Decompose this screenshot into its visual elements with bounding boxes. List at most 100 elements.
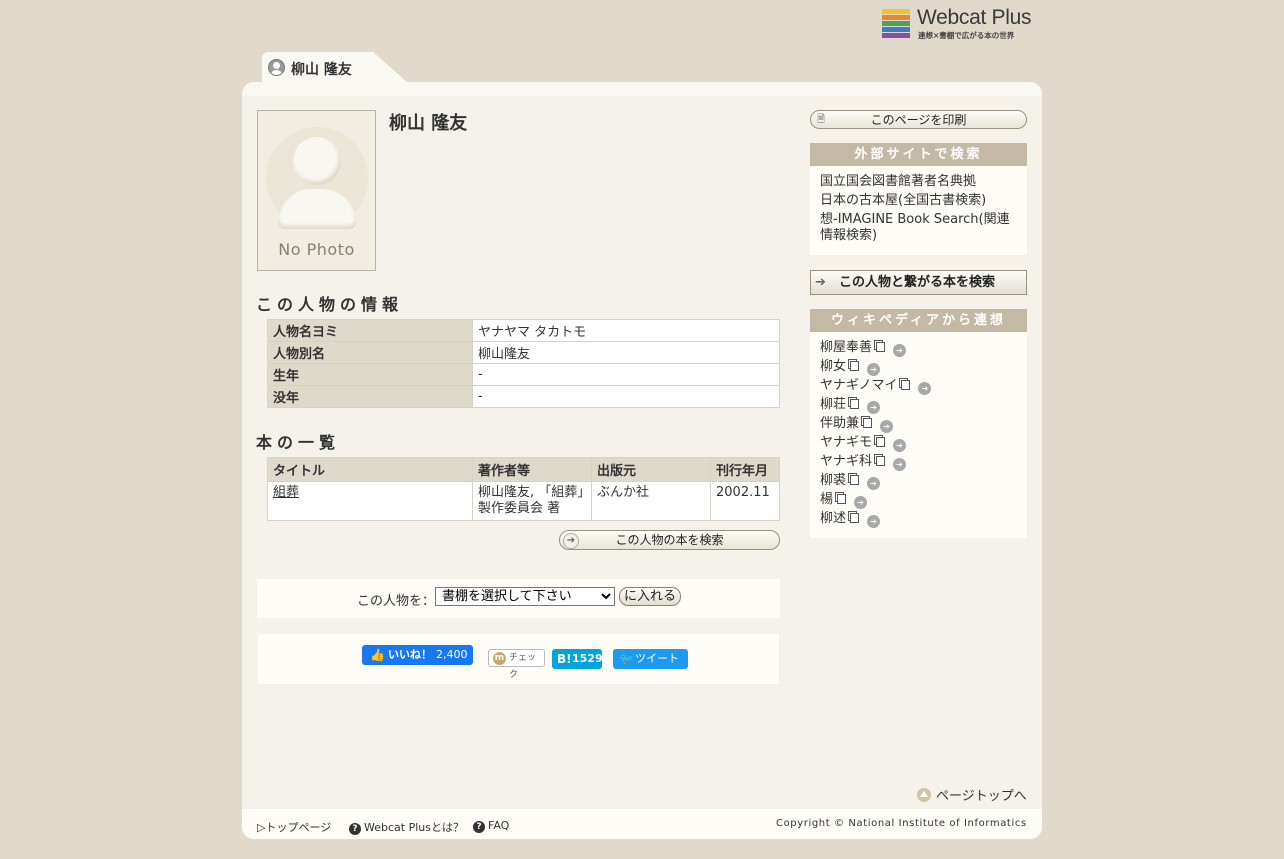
wiki-link[interactable]: ヤナギモ bbox=[820, 435, 872, 450]
hatena-bookmark-button[interactable]: B! 1529 bbox=[552, 649, 603, 669]
search-circle-icon[interactable]: ➔ bbox=[880, 420, 894, 433]
list-item: 柳屋奉善 ➔ bbox=[820, 338, 1017, 357]
wikipedia-list: 柳屋奉善 ➔ 柳女 ➔ ヤナギノマイ ➔ 柳荘 ➔ 伴助兼 ➔ ヤナギモ ➔ ヤナギ科 ➔ 柳… bbox=[810, 332, 1027, 538]
tweet-label: ツイート bbox=[635, 652, 679, 665]
wiki-link[interactable]: ヤナギ科 bbox=[820, 454, 872, 469]
footer-about-link[interactable]: ? Webcat Plusとは？ bbox=[349, 819, 464, 835]
book-date: 2002.11 bbox=[710, 481, 780, 521]
copy-icon[interactable] bbox=[876, 342, 886, 352]
footer-faq-link[interactable]: ? FAQ bbox=[473, 819, 509, 833]
copy-icon[interactable] bbox=[850, 513, 860, 523]
wiki-link[interactable]: 柳女 bbox=[820, 359, 846, 374]
imagine-link[interactable]: 想-IMAGINE Book Search(関連情報検索) bbox=[820, 212, 1017, 244]
copy-icon[interactable] bbox=[863, 418, 873, 428]
footer-top-page-label: トップページ bbox=[265, 821, 332, 834]
copy-icon[interactable] bbox=[850, 399, 860, 409]
social-share-bar: 👍 いいね！ 2,400 m チェック B! 1529 🐦 ツイート bbox=[258, 634, 779, 684]
arrow-right-icon: ➔ bbox=[815, 275, 826, 290]
search-circle-icon[interactable]: ➔ bbox=[867, 477, 881, 490]
search-person-books-label: この人物の本を検索 bbox=[615, 533, 724, 547]
help-icon: ? bbox=[349, 823, 361, 835]
webcat-plus-logo[interactable]: Webcat Plus 連想×書棚で広がる本の世界 bbox=[882, 6, 1042, 42]
furuhon-link[interactable]: 日本の古本屋(全国古書検索) bbox=[820, 191, 1017, 210]
search-circle-icon[interactable]: ➔ bbox=[867, 515, 881, 528]
no-photo-text: No Photo bbox=[278, 240, 355, 259]
document-icon: 🗎 bbox=[816, 114, 826, 125]
twitter-bird-icon: 🐦 bbox=[619, 652, 634, 666]
list-item: 柳裘 ➔ bbox=[820, 471, 1017, 490]
copy-icon[interactable] bbox=[876, 456, 886, 466]
column-header-title: タイトル bbox=[267, 457, 473, 482]
main-panel: No Photo 柳山 隆友 この人物の情報 人物名ヨミ ヤナヤマ タカトモ 人… bbox=[242, 82, 1042, 839]
search-circle-icon[interactable]: ➔ bbox=[867, 401, 881, 414]
wiki-link[interactable]: 楊 bbox=[820, 492, 833, 507]
info-value: - bbox=[472, 385, 780, 408]
info-key: 人物別名 bbox=[267, 341, 473, 364]
arrow-right-icon: ➔ bbox=[563, 533, 579, 549]
ndl-author-link[interactable]: 国立国会図書館著者名典拠 bbox=[820, 172, 1017, 191]
column-header-authors: 著作者等 bbox=[472, 457, 592, 482]
hatena-bookmark-count: 1529 bbox=[572, 652, 603, 665]
footer-faq-label: FAQ bbox=[488, 819, 510, 832]
person-info-table: 人物名ヨミ ヤナヤマ タカトモ 人物別名 柳山隆友 生年 - 没年 - bbox=[267, 319, 780, 408]
logo-bar bbox=[882, 15, 910, 20]
no-photo-placeholder: No Photo bbox=[257, 110, 376, 271]
wiki-link[interactable]: 伴助兼 bbox=[820, 416, 859, 431]
search-circle-icon[interactable]: ➔ bbox=[893, 439, 907, 452]
wikipedia-heading: ウィキペディアから連想 bbox=[810, 309, 1027, 332]
bookshelf-form: この人物を： 書棚を選択して下さい に入れる bbox=[257, 579, 780, 618]
copyright-text: Copyright © National Institute of Inform… bbox=[776, 818, 1027, 829]
page-top-label: ページトップへ bbox=[936, 789, 1027, 804]
info-key: 生年 bbox=[267, 363, 473, 386]
copy-icon[interactable] bbox=[876, 437, 886, 447]
column-header-date: 刊行年月 bbox=[710, 457, 780, 482]
table-row: 生年 - bbox=[267, 363, 780, 386]
info-key: 人物名ヨミ bbox=[267, 319, 473, 342]
mixi-check-button[interactable]: m チェック bbox=[488, 649, 545, 680]
external-links-box: 国立国会図書館著者名典拠 日本の古本屋(全国古書検索) 想-IMAGINE Bo… bbox=[810, 166, 1027, 255]
bookshelf-select[interactable]: 書棚を選択して下さい bbox=[435, 587, 615, 606]
wiki-link[interactable]: 柳屋奉善 bbox=[820, 340, 872, 355]
copy-icon[interactable] bbox=[901, 380, 911, 390]
search-circle-icon[interactable]: ➔ bbox=[854, 496, 868, 509]
copy-icon[interactable] bbox=[850, 475, 860, 485]
search-person-books-button[interactable]: ➔ この人物の本を検索 bbox=[559, 530, 780, 550]
print-page-button[interactable]: 🗎 このページを印刷 bbox=[810, 110, 1027, 129]
book-authors: 柳山隆友, 「組葬」製作委員会 著 bbox=[472, 481, 592, 521]
book-publisher: ぶんか社 bbox=[591, 481, 711, 521]
wiki-link[interactable]: 柳述 bbox=[820, 511, 846, 526]
connected-books-label: この人物と繋がる本を検索 bbox=[839, 275, 996, 290]
logo-bar bbox=[882, 33, 910, 38]
mixi-icon: m bbox=[493, 652, 506, 665]
list-item: 柳荘 ➔ bbox=[820, 395, 1017, 414]
wiki-link[interactable]: 柳裘 bbox=[820, 473, 846, 488]
tab-label: 柳山 隆友 bbox=[291, 62, 352, 78]
copy-icon[interactable] bbox=[850, 361, 860, 371]
book-title-link[interactable]: 組葬 bbox=[273, 485, 299, 500]
page-top-link[interactable]: ページトップへ bbox=[917, 785, 1027, 804]
bookshelf-label: この人物を： bbox=[357, 594, 436, 609]
list-item: ヤナギノマイ ➔ bbox=[820, 376, 1017, 395]
print-page-label: このページを印刷 bbox=[870, 113, 967, 127]
search-circle-icon[interactable]: ➔ bbox=[867, 363, 881, 376]
search-circle-icon[interactable]: ➔ bbox=[918, 382, 932, 395]
wiki-link[interactable]: ヤナギノマイ bbox=[820, 378, 897, 393]
list-item: 柳述 ➔ bbox=[820, 509, 1017, 528]
copy-icon[interactable] bbox=[837, 494, 847, 504]
wiki-link[interactable]: 柳荘 bbox=[820, 397, 846, 412]
info-value: 柳山隆友 bbox=[472, 341, 780, 364]
footer-about-label: Webcat Plusとは？ bbox=[364, 821, 464, 834]
list-item: 楊 ➔ bbox=[820, 490, 1017, 509]
search-circle-icon[interactable]: ➔ bbox=[893, 458, 907, 471]
info-section-heading: この人物の情報 bbox=[256, 295, 404, 314]
hatena-bookmark-icon: B! bbox=[557, 652, 572, 666]
footer-top-page-link[interactable]: ▷トップページ bbox=[257, 819, 331, 835]
help-icon: ? bbox=[473, 821, 485, 833]
connected-books-button[interactable]: ➔ この人物と繋がる本を検索 bbox=[810, 270, 1027, 295]
external-search-heading: 外部サイトで検索 bbox=[810, 143, 1027, 166]
facebook-like-button[interactable]: 👍 いいね！ 2,400 bbox=[362, 645, 473, 665]
add-to-shelf-button[interactable]: に入れる bbox=[619, 587, 681, 606]
search-circle-icon[interactable]: ➔ bbox=[893, 344, 907, 357]
tweet-button[interactable]: 🐦 ツイート bbox=[613, 649, 688, 669]
logo-tagline: 連想×書棚で広がる本の世界 bbox=[918, 31, 1015, 40]
